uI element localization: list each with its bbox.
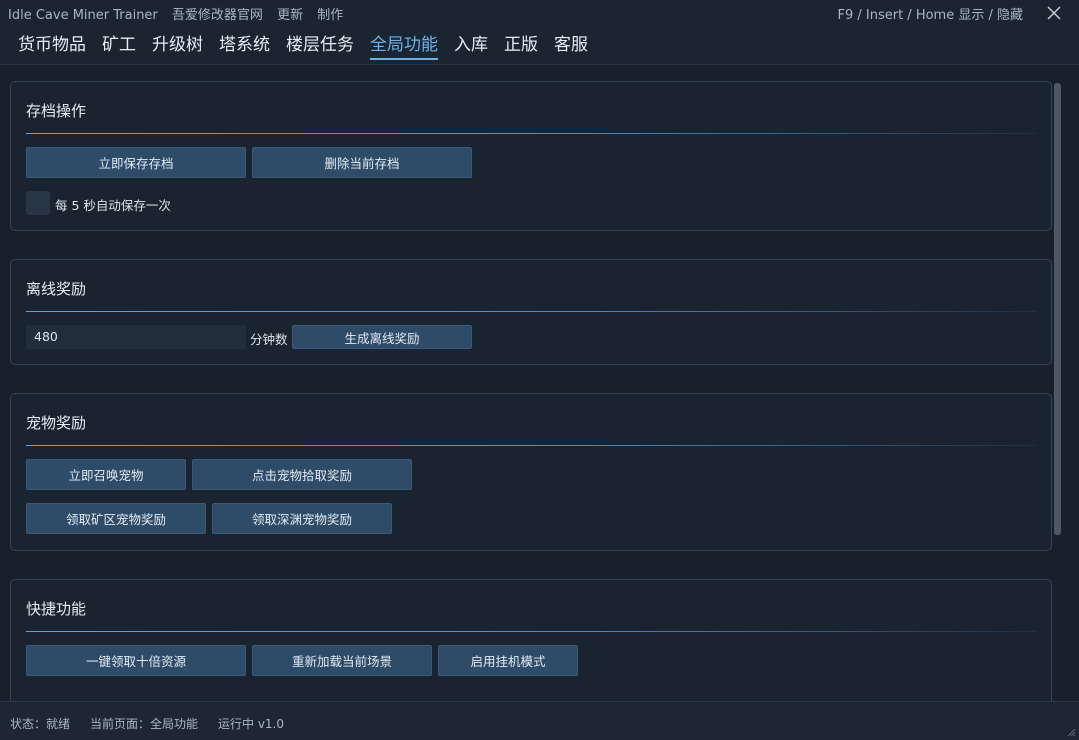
panel-title: 存档操作 bbox=[26, 102, 87, 120]
main-content: 存档操作 立即保存存档 删除当前存档 每 5 秒自动保存一次 离线奖励 480 … bbox=[0, 65, 1079, 701]
mine-pet-reward-button[interactable]: 领取矿区宠物奖励 bbox=[26, 503, 206, 534]
tab-join-group[interactable]: 入库 bbox=[454, 30, 488, 58]
panel-divider bbox=[26, 445, 1036, 446]
offline-minutes-input[interactable]: 480 bbox=[26, 325, 246, 349]
idle-mode-button[interactable]: 启用挂机模式 bbox=[438, 645, 578, 676]
tab-miners[interactable]: 矿工 bbox=[102, 30, 136, 58]
link-credits[interactable]: 制作 bbox=[317, 8, 343, 23]
tab-global-features[interactable]: 全局功能 bbox=[370, 30, 438, 60]
tab-tower-system[interactable]: 塔系统 bbox=[219, 30, 270, 58]
panel-title: 快捷功能 bbox=[26, 600, 87, 618]
scrollbar-thumb[interactable] bbox=[1054, 83, 1061, 535]
panel-divider bbox=[26, 311, 1036, 312]
hotkey-hint: F9 / Insert / Home 显示 / 隐藏 bbox=[837, 8, 1024, 23]
title-bar: Idle Cave Miner Trainer 吾爱修改器官网 更新 制作 F9… bbox=[0, 0, 1079, 26]
ten-x-resources-button[interactable]: 一键领取十倍资源 bbox=[26, 645, 246, 676]
delete-save-button[interactable]: 删除当前存档 bbox=[252, 147, 472, 178]
tab-floor-quests[interactable]: 楼层任务 bbox=[286, 30, 354, 58]
status-bar: 状态：就绪 当前页面：全局功能 运行中 v1.0 bbox=[0, 701, 1079, 740]
panel-quick: 快捷功能 一键领取十倍资源 重新加载当前场景 启用挂机模式 bbox=[10, 579, 1052, 701]
panel-pet: 宠物奖励 立即召唤宠物 点击宠物拾取奖励 领取矿区宠物奖励 领取深渊宠物奖励 bbox=[10, 393, 1052, 551]
click-pet-collect-button[interactable]: 点击宠物拾取奖励 bbox=[192, 459, 412, 490]
panel-divider bbox=[26, 133, 1036, 134]
link-official-site[interactable]: 吾爱修改器官网 bbox=[172, 8, 263, 23]
close-icon bbox=[1047, 6, 1061, 20]
title-left: Idle Cave Miner Trainer 吾爱修改器官网 更新 制作 bbox=[8, 4, 353, 23]
status-current-page: 当前页面：全局功能 bbox=[90, 717, 199, 731]
panel-divider bbox=[26, 631, 1036, 632]
summon-pet-button[interactable]: 立即召唤宠物 bbox=[26, 459, 186, 490]
autosave-label: 每 5 秒自动保存一次 bbox=[55, 198, 171, 213]
panel-title: 离线奖励 bbox=[26, 280, 87, 298]
save-now-button[interactable]: 立即保存存档 bbox=[26, 147, 246, 178]
autosave-checkbox[interactable] bbox=[26, 191, 50, 215]
status-state: 状态：就绪 bbox=[10, 717, 71, 731]
minutes-unit-label: 分钟数 bbox=[250, 332, 288, 347]
link-update[interactable]: 更新 bbox=[277, 8, 303, 23]
abyss-pet-reward-button[interactable]: 领取深渊宠物奖励 bbox=[212, 503, 392, 534]
resize-grip-icon[interactable] bbox=[1066, 727, 1076, 737]
generate-offline-reward-button[interactable]: 生成离线奖励 bbox=[292, 325, 472, 349]
panel-save: 存档操作 立即保存存档 删除当前存档 每 5 秒自动保存一次 bbox=[10, 81, 1052, 231]
status-running: 运行中 v1.0 bbox=[218, 717, 285, 731]
reload-scene-button[interactable]: 重新加载当前场景 bbox=[252, 645, 432, 676]
panel-title: 宠物奖励 bbox=[26, 414, 87, 432]
close-button[interactable] bbox=[1043, 2, 1065, 24]
tab-official[interactable]: 正版 bbox=[504, 30, 538, 58]
app-title: Idle Cave Miner Trainer bbox=[8, 8, 158, 23]
tab-support[interactable]: 客服 bbox=[554, 30, 588, 58]
nav-tabs: 货币物品 矿工 升级树 塔系统 楼层任务 全局功能 入库 正版 客服 bbox=[0, 26, 1079, 64]
tab-upgrade-tree[interactable]: 升级树 bbox=[152, 30, 203, 58]
panel-offline: 离线奖励 480 分钟数 生成离线奖励 bbox=[10, 259, 1052, 365]
tab-currency-items[interactable]: 货币物品 bbox=[18, 30, 86, 58]
